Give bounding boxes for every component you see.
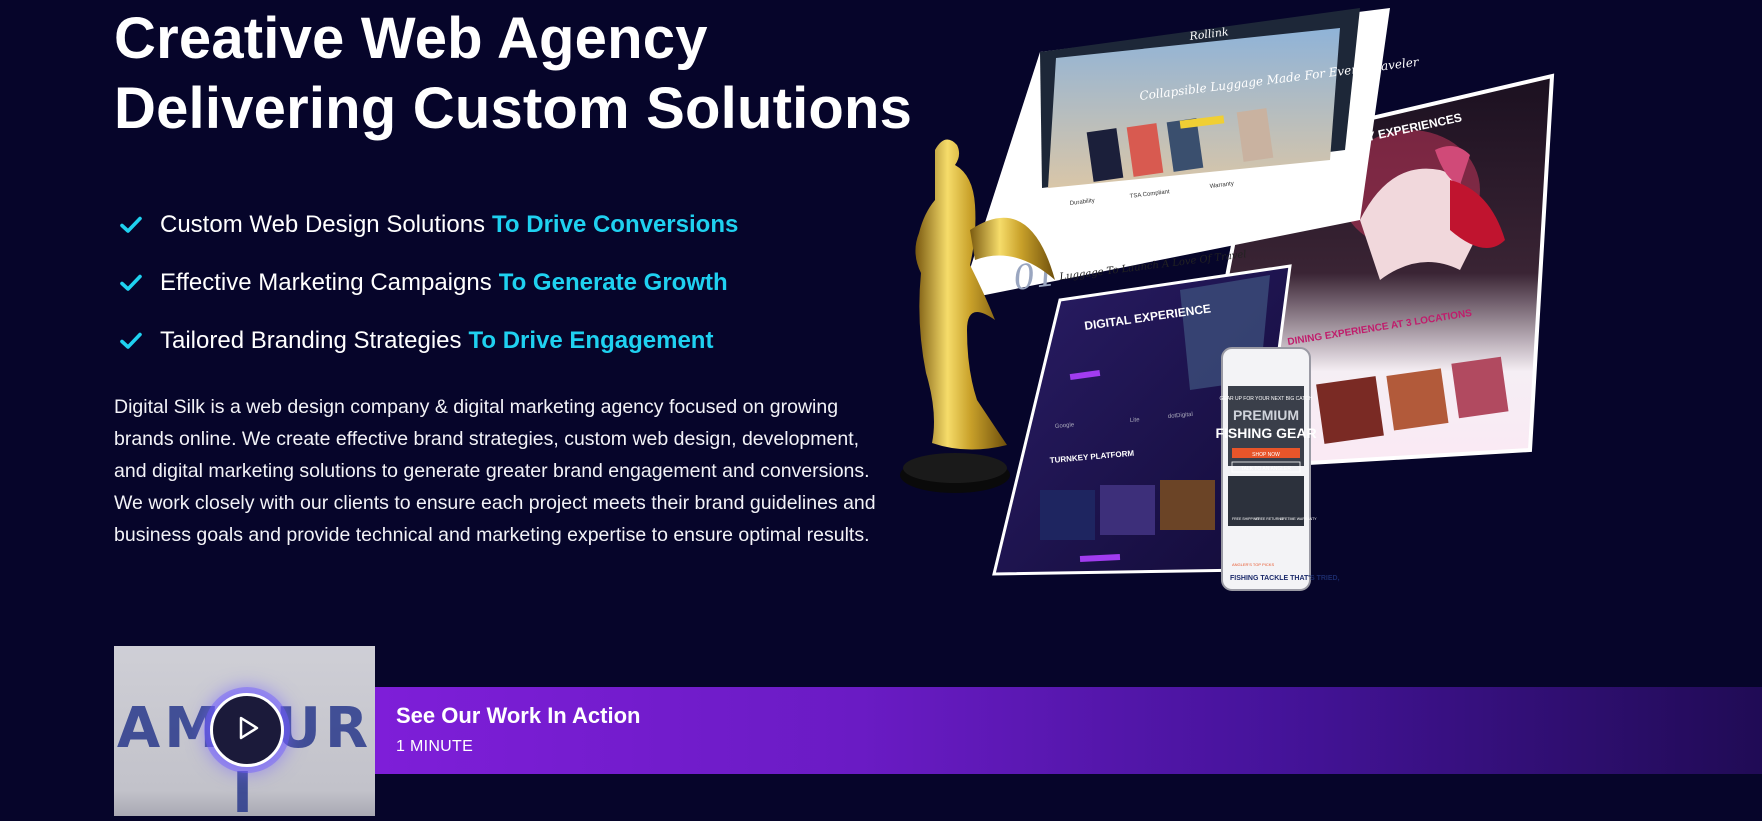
hero-title-line-2: Delivering Custom Solutions (114, 76, 913, 141)
play-button[interactable] (210, 693, 284, 767)
mobile-cta-angler: TALK TO AN ANGLER (1241, 466, 1291, 472)
check-icon (118, 328, 144, 354)
feature-accent: To Drive Conversions (492, 211, 739, 238)
video-title: See Our Work In Action (396, 703, 641, 728)
feature-item: Tailored Branding Strategies To Drive En… (118, 312, 738, 370)
feature-text: Effective Marketing Campaigns (160, 269, 492, 296)
check-icon (118, 212, 144, 238)
mobile-cta-shop: SHOP NOW (1252, 452, 1280, 458)
feature-text: Tailored Branding Strategies (160, 327, 462, 354)
hero-title-line-1: Creative Web Agency (114, 6, 708, 71)
feature-item: Custom Web Design Solutions To Drive Con… (118, 196, 738, 254)
feature-text: Custom Web Design Solutions (160, 211, 486, 238)
check-icon (118, 270, 144, 296)
video-duration: 1 MINUTE (396, 738, 474, 755)
feature-list: Custom Web Design Solutions To Drive Con… (118, 196, 738, 370)
agency-description: Digital Silk is a web design company & d… (114, 396, 876, 546)
feature-item: Effective Marketing Campaigns To Generat… (118, 254, 738, 312)
mobile-footer: FISHING TACKLE THAT'S TRIED, (1230, 575, 1340, 582)
mobile-headline-fishing-gear: FISHING GEAR (1215, 425, 1316, 441)
play-icon (232, 713, 262, 748)
mobile-tagline: GEAR UP FOR YOUR NEXT BIG CATCH (1220, 396, 1313, 402)
page: Creative Web Agency Delivering Custom So… (0, 0, 1762, 821)
video-banner[interactable]: See Our Work In Action 1 MINUTE (375, 687, 1762, 774)
video-thumbnail[interactable]: AMOUR I (114, 646, 375, 816)
mobile-headline-premium: PREMIUM (1233, 407, 1299, 423)
mobile-feature-warranty: LIFETIME WARRANTY (1280, 517, 1317, 521)
mobile-kicker: ANGLER'S TOP PICKS (1232, 562, 1274, 567)
digital-logo-lite: Lite (1130, 417, 1141, 424)
feature-accent: To Drive Engagement (468, 327, 714, 354)
portfolio-showcase: MULTISENSORY EXPERIENCES DINING EXPERIEN… (900, 8, 1555, 591)
feature-accent: To Generate Growth (498, 269, 728, 296)
hero-title: Creative Web Agency Delivering Custom So… (114, 4, 914, 144)
